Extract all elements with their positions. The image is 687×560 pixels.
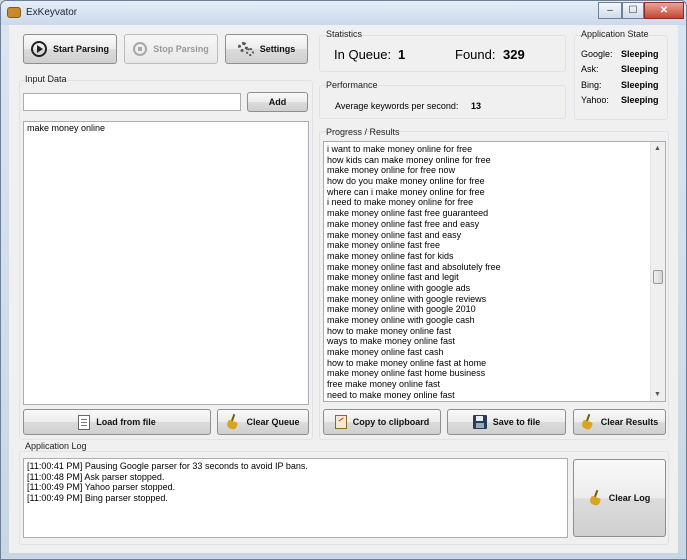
result-item: make money online fast cash [327, 347, 444, 358]
result-item: where can i make money online for free [327, 186, 485, 197]
broom-icon [588, 489, 603, 507]
log-lines: [11:00:41 PM] Pausing Google parser for … [24, 459, 567, 503]
input-data-title: Input Data [25, 74, 67, 84]
copy-to-clipboard-label: Copy to clipboard [352, 417, 430, 427]
stop-icon [133, 42, 148, 56]
save-to-file-button[interactable]: Save to file [447, 409, 566, 435]
log-entry: [11:00:49 PM] Yahoo parser stopped. [27, 482, 176, 492]
load-from-file-label: Load from file [96, 417, 156, 427]
results-lines: i want to make money online for free how … [324, 142, 665, 401]
close-button[interactable]: ✕ [644, 2, 684, 19]
results-list[interactable]: i want to make money online for free how … [323, 141, 666, 402]
main-content: Start Parsing Stop Parsing Settings Inpu… [9, 25, 678, 553]
result-item: make money online fast and absolutely fr… [327, 261, 501, 272]
scroll-thumb[interactable] [653, 270, 663, 284]
result-item: make money online fast free guaranteed [327, 208, 489, 219]
result-item: make money online fast free [327, 240, 441, 251]
engine-state-yahoo: Sleeping [621, 95, 659, 105]
window-title: ExKeyvator [26, 7, 78, 18]
clear-results-label: Clear Results [600, 417, 659, 427]
engine-state-ask: Sleeping [621, 64, 659, 74]
start-parsing-button[interactable]: Start Parsing [23, 34, 117, 64]
application-state-panel [574, 35, 668, 120]
result-item: make money online with google 2010 [327, 304, 476, 315]
queue-item: make money online [27, 123, 106, 133]
result-item: free make money online fast [327, 379, 441, 390]
settings-button[interactable]: Settings [225, 34, 308, 64]
engine-name-ask: Ask: [581, 64, 599, 74]
statistics-title: Statistics [326, 29, 363, 39]
result-item: i want to make money online for free [327, 144, 473, 154]
found-value: 329 [503, 47, 525, 62]
clipboard-icon [334, 415, 347, 429]
clear-results-button[interactable]: Clear Results [573, 409, 666, 435]
clear-log-label: Clear Log [608, 493, 651, 503]
progress-results-title: Progress / Results [326, 127, 400, 137]
scroll-up-arrow-icon[interactable]: ▲ [654, 145, 661, 152]
result-item: make money online fast and easy [327, 229, 462, 240]
engine-name-yahoo: Yahoo: [581, 95, 609, 105]
log-entry: [11:00:48 PM] Ask parser stopped. [27, 471, 165, 482]
result-item: make money online fast for kids [327, 250, 454, 261]
title-bar[interactable]: ExKeyvator ‒ ☐ ✕ [1, 1, 686, 25]
log-list[interactable]: [11:00:41 PM] Pausing Google parser for … [23, 458, 568, 538]
result-item: how do you make money online for free [327, 176, 485, 187]
stop-parsing-label: Stop Parsing [153, 44, 209, 54]
keyword-queue-list[interactable]: make money online [23, 121, 309, 405]
scroll-down-arrow-icon[interactable]: ▼ [654, 391, 661, 398]
result-item: how to make money online fast at home [327, 357, 487, 368]
broom-icon [226, 413, 240, 431]
add-button[interactable]: Add [247, 92, 308, 112]
engine-state-google: Sleeping [621, 49, 659, 59]
maximize-button[interactable]: ☐ [622, 2, 644, 19]
clear-log-button[interactable]: Clear Log [573, 459, 666, 537]
gears-icon [237, 42, 254, 56]
save-disk-icon [472, 415, 487, 429]
stop-parsing-button[interactable]: Stop Parsing [124, 34, 218, 64]
result-item: make money online fast free and easy [327, 218, 480, 229]
settings-label: Settings [259, 44, 296, 54]
document-icon [78, 414, 91, 430]
clear-queue-label: Clear Queue [246, 417, 300, 427]
found-label: Found: [455, 47, 496, 62]
application-log-title: Application Log [25, 441, 87, 451]
app-window: ExKeyvator ‒ ☐ ✕ Start Parsing Stop Pars… [0, 0, 687, 560]
application-state-title: Application State [581, 29, 649, 39]
result-item: make money online with google reviews [327, 293, 487, 304]
avg-keywords-label: Average keywords per second: [335, 101, 459, 111]
app-logo-icon [7, 7, 21, 18]
start-parsing-label: Start Parsing [52, 44, 110, 54]
result-item: make money online for free now [327, 165, 456, 176]
result-item: how to make money online fast [327, 325, 452, 336]
results-scrollbar[interactable]: ▲ ▼ [650, 142, 665, 401]
result-item: i need to make money online for free [327, 197, 474, 208]
log-entry: [11:00:41 PM] Pausing Google parser for … [27, 461, 308, 471]
save-to-file-label: Save to file [492, 417, 541, 427]
engine-name-google: Google: [581, 49, 613, 59]
engine-state-bing: Sleeping [621, 80, 659, 90]
in-queue-value: 1 [398, 47, 406, 62]
result-item: make money online with google cash [327, 315, 475, 325]
result-item: need to make money online fast [327, 389, 455, 400]
clear-queue-button[interactable]: Clear Queue [217, 409, 309, 435]
minimize-button[interactable]: ‒ [598, 2, 622, 19]
play-icon [30, 41, 47, 57]
result-item: make money online fast home business [327, 368, 486, 379]
keyword-input[interactable] [23, 93, 241, 111]
performance-title: Performance [326, 80, 378, 90]
result-item: make money online fast and legit [327, 272, 459, 283]
avg-keywords-value: 13 [471, 101, 482, 111]
load-from-file-button[interactable]: Load from file [23, 409, 211, 435]
engine-name-bing: Bing: [581, 80, 602, 90]
in-queue-label: In Queue: [334, 47, 392, 62]
broom-icon [580, 413, 595, 431]
result-item: make money online with google ads [327, 282, 471, 293]
result-item: ways to make money online fast [327, 336, 456, 347]
result-item: how kids can make money online for free [327, 154, 491, 165]
log-entry: [11:00:49 PM] Bing parser stopped. [27, 492, 168, 503]
copy-to-clipboard-button[interactable]: Copy to clipboard [323, 409, 441, 435]
